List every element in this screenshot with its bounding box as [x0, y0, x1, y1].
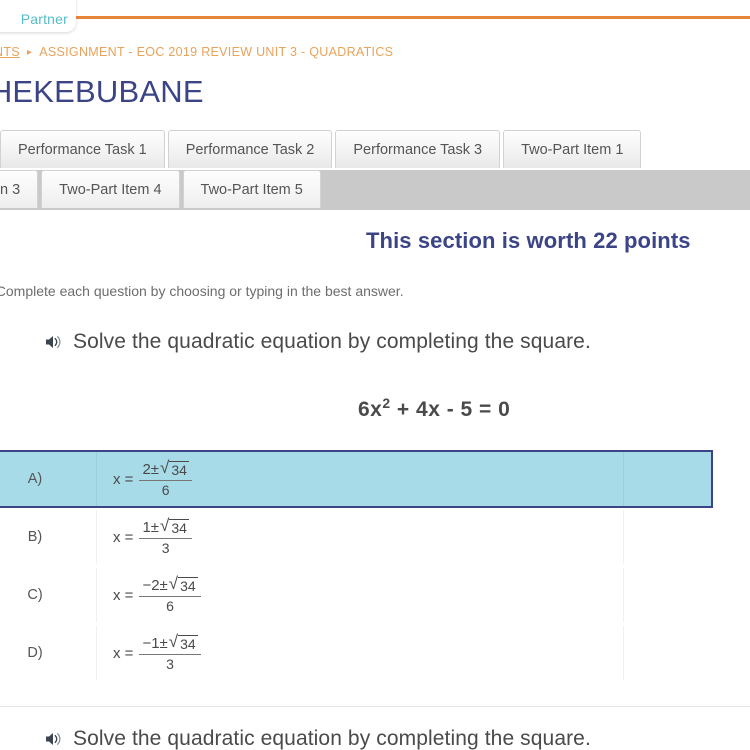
- option-b-letter: B): [27, 529, 43, 545]
- tab-row-2: n 3 Two-Part Item 4 Two-Part Item 5: [0, 170, 750, 210]
- directions-text: : Complete each question by choosing or …: [0, 283, 404, 299]
- section-divider: [0, 706, 750, 707]
- partner-tab-label: Partner: [20, 11, 68, 27]
- radical-sign: √: [160, 457, 170, 477]
- option-a-letter: A): [27, 471, 43, 487]
- answer-option-c[interactable]: C) x = −2± √ 34 6: [0, 566, 713, 624]
- option-c-fraction: −2± √ 34 6: [139, 573, 201, 615]
- option-a-lhs: x =: [113, 470, 134, 488]
- option-c-letter: C): [27, 587, 43, 603]
- option-d-expression: x = −1± √ 34 3: [113, 631, 201, 673]
- tab-two-part-item-5[interactable]: Two-Part Item 5: [182, 170, 321, 208]
- breadcrumb: NTS ▸ ASSIGNMENT - EOC 2019 REVIEW UNIT …: [0, 45, 393, 59]
- option-d-lhs: x =: [113, 644, 134, 662]
- question-2: Solve the quadratic equation by completi…: [44, 727, 591, 750]
- tab-two-part-item-3[interactable]: n 3: [0, 170, 39, 208]
- option-c-denominator: 6: [166, 598, 174, 615]
- equation-rest: + 4x - 5 = 0: [390, 398, 511, 421]
- option-b-numerator: 1± √ 34: [139, 515, 192, 539]
- option-c-expression: x = −2± √ 34 6: [113, 573, 201, 615]
- answer-option-a[interactable]: A) x = 2± √ 34 6: [0, 450, 713, 508]
- option-c-tail-cell: [623, 568, 711, 622]
- radical-icon: √ 34: [168, 631, 198, 654]
- option-c-radicand: 34: [178, 576, 198, 594]
- radical-icon: √ 34: [168, 573, 198, 596]
- option-c-lhs: x =: [113, 586, 134, 604]
- option-a-body: x = 2± √ 34 6: [96, 452, 623, 506]
- question-2-prompt: Solve the quadratic equation by completi…: [73, 727, 591, 750]
- accent-rule: [76, 16, 750, 19]
- tab-performance-task-3[interactable]: Performance Task 3: [335, 130, 501, 168]
- option-c-body: x = −2± √ 34 6: [96, 568, 623, 622]
- option-b-fraction: 1± √ 34 3: [139, 515, 192, 557]
- tab-row-filler: [323, 170, 750, 208]
- option-c-numerator: −2± √ 34: [139, 573, 200, 597]
- option-d-fraction: −1± √ 34 3: [139, 631, 201, 673]
- tab-performance-task-1[interactable]: Performance Task 1: [0, 130, 165, 168]
- option-d-denominator: 3: [166, 656, 174, 673]
- option-a-numerator: 2± √ 34: [139, 457, 192, 481]
- option-b-expression: x = 1± √ 34 3: [113, 515, 192, 557]
- answer-option-b[interactable]: B) x = 1± √ 34 3: [0, 508, 713, 566]
- option-b-lhs: x =: [113, 528, 134, 546]
- option-c-numerator-prefix: −2±: [142, 576, 168, 594]
- page-title: ent - HEKEBUBANE: [0, 74, 204, 109]
- question-1-equation: 6x2 + 4x - 5 = 0: [358, 395, 511, 422]
- radical-icon: √ 34: [160, 515, 189, 538]
- option-d-tail-cell: [623, 626, 711, 680]
- tab-performance-task-2[interactable]: Performance Task 2: [167, 130, 333, 168]
- question-1: Solve the quadratic equation by completi…: [44, 330, 591, 354]
- option-a-expression: x = 2± √ 34 6: [113, 457, 192, 499]
- option-b-radicand: 34: [169, 518, 189, 536]
- equation-lead: 6x: [358, 398, 383, 421]
- section-points-heading: This section is worth 22 points: [366, 228, 691, 253]
- option-a-denominator: 6: [161, 482, 170, 499]
- radical-sign: √: [160, 515, 170, 535]
- assignment-tabs: Performance Task 1 Performance Task 2 Pe…: [0, 130, 750, 210]
- option-b-body: x = 1± √ 34 3: [96, 510, 623, 564]
- option-a-numerator-prefix: 2±: [142, 460, 160, 478]
- breadcrumb-current: ASSIGNMENT - EOC 2019 REVIEW UNIT 3 - QU…: [39, 45, 394, 59]
- option-a-fraction: 2± √ 34 6: [139, 457, 192, 499]
- radical-icon: √ 34: [160, 457, 189, 480]
- radical-sign: √: [168, 573, 179, 593]
- assignment-page: Partner NTS ▸ ASSIGNMENT - EOC 2019 REVI…: [0, 0, 750, 750]
- option-d-numerator-prefix: −1±: [142, 634, 168, 652]
- option-d-radicand: 34: [178, 634, 198, 652]
- equation-exponent: 2: [382, 395, 391, 411]
- speaker-icon[interactable]: [44, 729, 64, 749]
- answer-option-d[interactable]: D) x = −1± √ 34 3: [0, 624, 713, 682]
- option-d-letter: D): [27, 645, 43, 661]
- option-b-tail-cell: [623, 510, 711, 564]
- breadcrumb-parent-link[interactable]: NTS: [0, 45, 20, 59]
- option-d-body: x = −1± √ 34 3: [96, 626, 623, 680]
- speaker-icon[interactable]: [44, 332, 64, 352]
- answer-options-list: A) x = 2± √ 34 6 B) x = 1± √ 34 3 C) x =…: [0, 450, 713, 682]
- radical-sign: √: [168, 631, 179, 651]
- option-d-numerator: −1± √ 34: [139, 631, 200, 655]
- option-b-denominator: 3: [161, 540, 170, 557]
- option-a-radicand: 34: [169, 460, 189, 478]
- top-strip: Partner: [0, 0, 750, 38]
- tab-row-1: Performance Task 1 Performance Task 2 Pe…: [0, 130, 750, 170]
- option-b-numerator-prefix: 1±: [142, 518, 160, 536]
- partner-tab[interactable]: Partner: [0, 0, 76, 32]
- tab-two-part-item-4[interactable]: Two-Part Item 4: [41, 170, 180, 208]
- question-1-prompt: Solve the quadratic equation by completi…: [73, 330, 591, 353]
- option-a-tail-cell: [623, 452, 711, 506]
- tab-two-part-item-1[interactable]: Two-Part Item 1: [503, 130, 642, 168]
- chevron-right-icon: ▸: [26, 46, 33, 58]
